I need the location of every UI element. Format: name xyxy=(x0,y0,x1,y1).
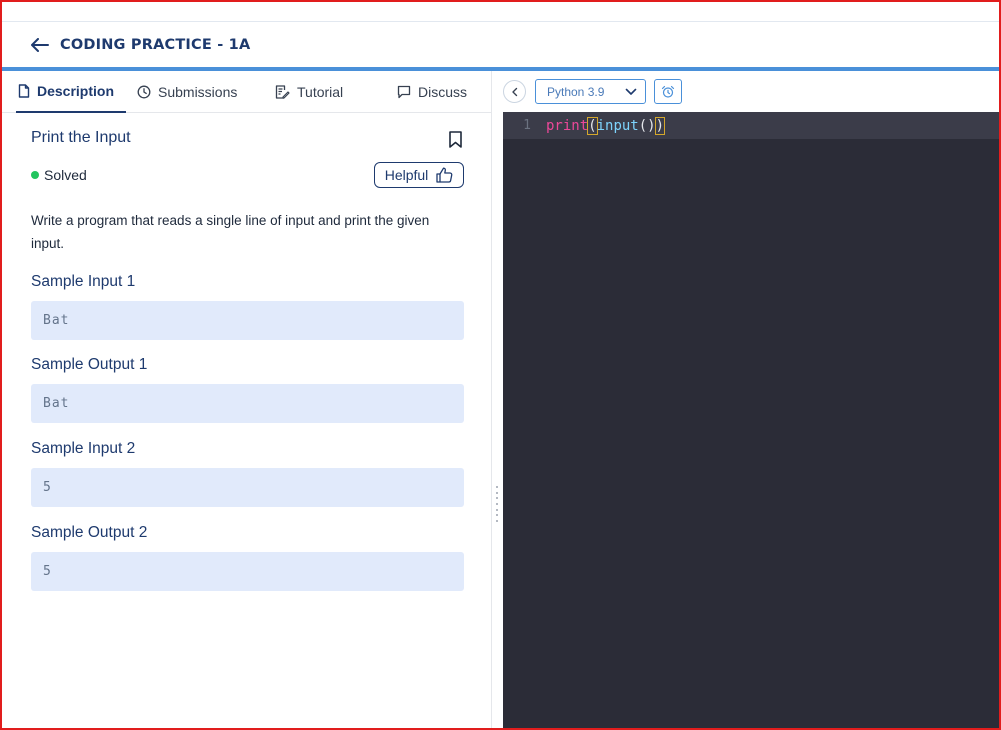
tab-description[interactable]: Description xyxy=(16,71,126,113)
top-strip xyxy=(2,2,999,22)
editor-toolbar: Python 3.9 xyxy=(493,71,999,112)
chat-icon xyxy=(397,85,411,99)
code-token-bracket: ( xyxy=(587,116,598,135)
helpful-button[interactable]: Helpful xyxy=(374,162,464,188)
clock-icon xyxy=(137,85,151,99)
code-token-keyword: print xyxy=(546,117,589,134)
code-editor[interactable]: 1 print(input()) xyxy=(503,112,999,728)
tab-label: Discuss xyxy=(418,84,468,100)
solved-dot-icon xyxy=(31,171,39,179)
problem-title: Print the Input xyxy=(31,129,131,146)
sample-input-1-label: Sample Input 1 xyxy=(31,273,136,290)
alarm-clock-icon xyxy=(661,85,675,98)
code-token-parens: () xyxy=(638,117,656,134)
tab-label: Tutorial xyxy=(297,84,344,100)
problem-panel: Description Submissions Tutorial Discuss… xyxy=(2,71,492,728)
sample-output-2-label: Sample Output 2 xyxy=(31,524,148,541)
tab-bar: Description Submissions Tutorial Discuss xyxy=(2,71,492,113)
sample-input-2-value: 5 xyxy=(31,468,464,507)
problem-description: Write a program that reads a single line… xyxy=(31,213,430,251)
sample-input-1-value: Bat xyxy=(31,301,464,340)
language-value: Python 3.9 xyxy=(547,84,605,99)
tab-discuss[interactable]: Discuss xyxy=(397,71,467,113)
tab-submissions[interactable]: Submissions xyxy=(137,71,237,113)
sample-output-2-value: 5 xyxy=(31,552,464,591)
sample-output-1-label: Sample Output 1 xyxy=(31,356,148,373)
file-icon xyxy=(18,84,30,98)
tab-label: Description xyxy=(37,83,115,99)
thumbs-up-icon xyxy=(436,167,453,183)
status-text: Solved xyxy=(44,167,87,183)
bookmark-icon[interactable] xyxy=(449,131,462,153)
code-line[interactable]: print(input()) xyxy=(546,112,666,139)
edit-document-icon xyxy=(275,85,290,99)
status-badge: Solved xyxy=(31,167,87,183)
tab-tutorial[interactable]: Tutorial xyxy=(275,71,343,113)
language-select[interactable]: Python 3.9 xyxy=(535,79,646,104)
arrow-left-icon[interactable] xyxy=(30,35,50,55)
chevron-down-icon xyxy=(625,88,637,95)
helpful-label: Helpful xyxy=(384,167,429,183)
code-token-function: input xyxy=(596,117,639,134)
page-header: CODING PRACTICE - 1A xyxy=(2,23,999,67)
line-number: 1 xyxy=(523,118,531,133)
collapse-panel-button[interactable] xyxy=(503,80,526,103)
tab-label: Submissions xyxy=(158,84,238,100)
panel-resize-handle[interactable] xyxy=(495,486,499,522)
chevron-left-icon xyxy=(511,87,517,96)
page-title: CODING PRACTICE - 1A xyxy=(60,37,251,53)
code-token-bracket: ) xyxy=(654,116,666,135)
sample-input-2-label: Sample Input 2 xyxy=(31,440,136,457)
timer-button[interactable] xyxy=(654,79,682,104)
sample-output-1-value: Bat xyxy=(31,384,464,423)
